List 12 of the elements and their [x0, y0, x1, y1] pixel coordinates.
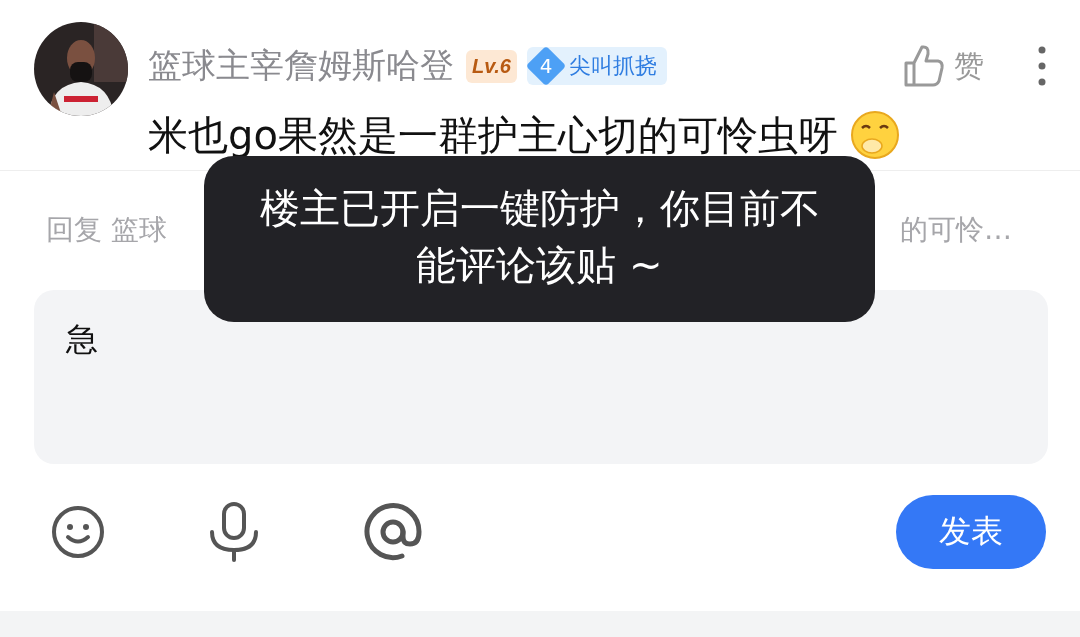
- more-icon[interactable]: [1038, 46, 1046, 86]
- toast-message: 楼主已开启一键防护，你目前不能评论该贴 ~: [204, 156, 875, 322]
- reply-hint: 回复 篮球: [46, 212, 167, 244]
- emoji-icon: [849, 110, 900, 160]
- smiley-icon[interactable]: [50, 504, 106, 560]
- username[interactable]: 篮球主宰詹姆斯哈登: [148, 43, 454, 89]
- send-button[interactable]: 发表: [896, 495, 1046, 569]
- fan-badge: 4 尖叫抓挠: [526, 47, 667, 85]
- reply-hint: 的可怜…: [900, 212, 1012, 244]
- at-sign-icon[interactable]: [362, 501, 424, 563]
- like-button[interactable]: 赞: [902, 43, 984, 89]
- level-badge: Lv.6: [466, 49, 517, 83]
